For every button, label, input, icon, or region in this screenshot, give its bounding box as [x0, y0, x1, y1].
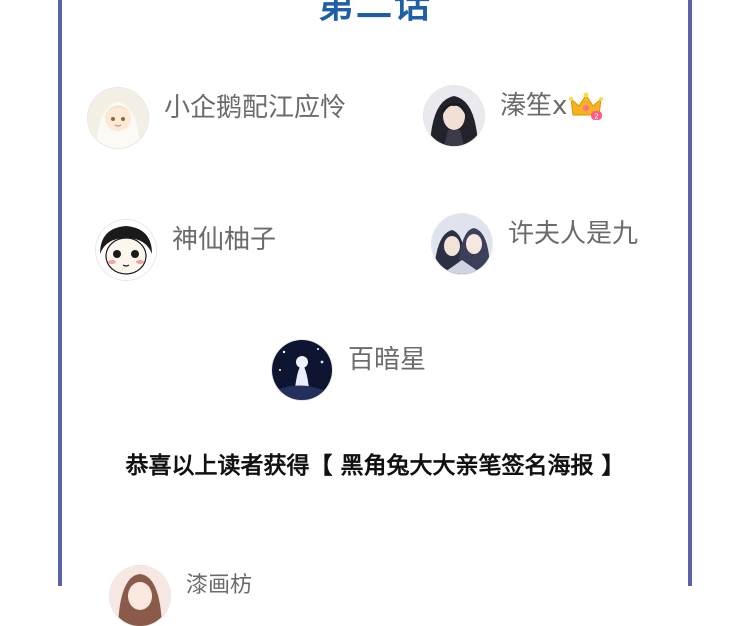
- reader-avatar[interactable]: [432, 214, 492, 274]
- congratulations-text: 恭喜以上读者获得【 黑角兔大大亲笔签名海报 】: [125, 453, 625, 479]
- crown-icon: 2: [569, 92, 604, 121]
- reader-avatar[interactable]: [272, 340, 332, 400]
- page-frame: 第二话 小企鹅配江应怜 溱笙x 2 神仙柚子 许夫人是九 百暗星 恭喜以上读者获…: [0, 0, 750, 626]
- reader-name: 漆画枋: [186, 573, 253, 598]
- reader-item[interactable]: 溱笙x 2: [424, 85, 604, 146]
- reader-name: 小企鹅配江应怜: [164, 92, 347, 123]
- reader-name: 神仙柚子: [172, 224, 277, 255]
- avatar-image: [88, 88, 148, 148]
- frame-border-right: [688, 0, 692, 586]
- reader-name: 百暗星: [348, 344, 427, 375]
- reader-avatar[interactable]: [424, 86, 484, 146]
- reader-item[interactable]: 漆画枋: [110, 566, 252, 626]
- svg-text:2: 2: [595, 113, 599, 121]
- avatar-image: [272, 340, 332, 400]
- avatar-image: [110, 566, 170, 626]
- reader-avatar[interactable]: [96, 220, 156, 280]
- reader-name: 溱笙x 2: [500, 85, 604, 122]
- avatar-image: [96, 220, 156, 280]
- reader-avatar[interactable]: [88, 88, 148, 148]
- episode-title: 第二话: [317, 0, 432, 26]
- reader-item[interactable]: 神仙柚子: [96, 220, 276, 280]
- avatar-image: [424, 86, 484, 146]
- reader-name: 许夫人是九: [508, 218, 639, 249]
- reader-item[interactable]: 许夫人是九: [432, 214, 638, 274]
- frame-border-left: [58, 0, 62, 586]
- reader-avatar[interactable]: [110, 566, 170, 626]
- reader-item[interactable]: 小企鹅配江应怜: [88, 88, 346, 148]
- avatar-image: [432, 214, 492, 274]
- reader-item[interactable]: 百暗星: [272, 340, 426, 400]
